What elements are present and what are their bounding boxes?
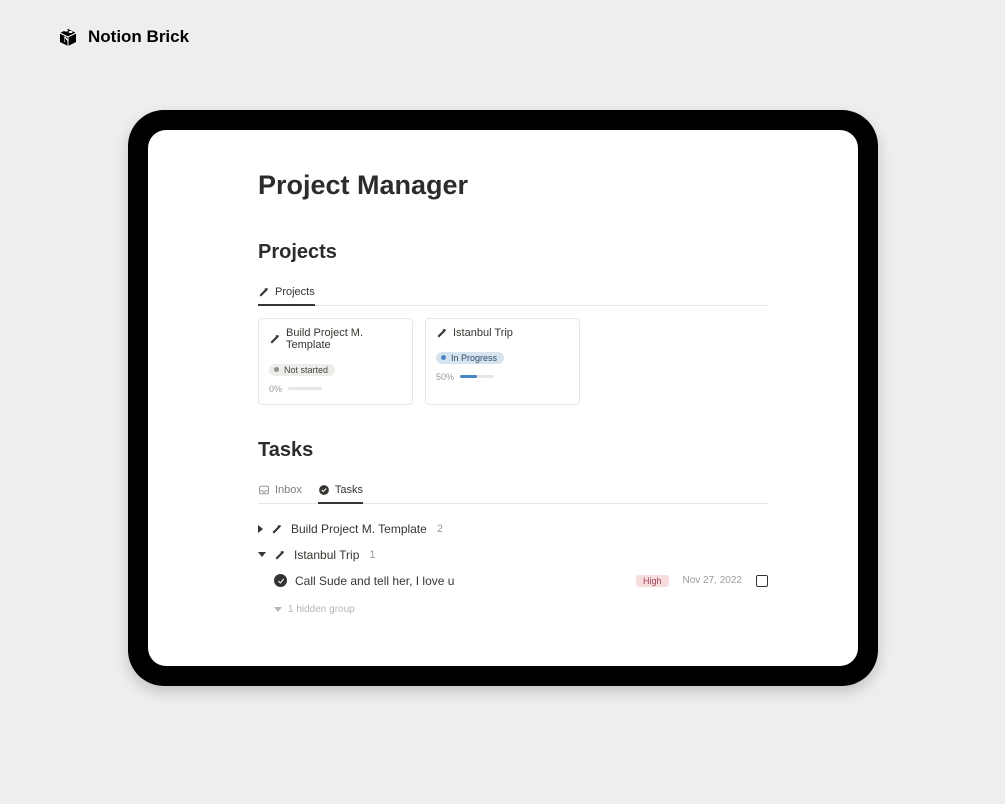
priority-tag: High: [636, 575, 669, 587]
hidden-group-label: 1 hidden group: [288, 604, 355, 615]
progress-bar: [288, 387, 322, 390]
page-title: Project Manager: [258, 170, 768, 201]
projects-heading: Projects: [258, 241, 768, 264]
tab-label: Tasks: [335, 484, 363, 496]
project-card[interactable]: Build Project M. Template Not started 0%: [258, 318, 413, 405]
tab-inbox[interactable]: Inbox: [258, 480, 302, 504]
notion-brick-icon: N: [56, 25, 80, 49]
brand-label: Notion Brick: [88, 27, 189, 47]
progress-row: 50%: [436, 372, 569, 382]
hammer-icon: [436, 327, 448, 339]
projects-tabs: Projects: [258, 282, 768, 306]
task-checkbox[interactable]: [756, 575, 768, 587]
status-dot-icon: [274, 367, 279, 372]
task-group-row[interactable]: Istanbul Trip 1: [258, 542, 768, 568]
hammer-icon: [271, 523, 283, 535]
status-label: Not started: [284, 365, 328, 375]
project-card-title: Istanbul Trip: [453, 327, 513, 339]
status-badge: In Progress: [436, 352, 504, 364]
hammer-icon: [274, 549, 286, 561]
progress-row: 0%: [269, 384, 402, 394]
tasks-tabs: Inbox Tasks: [258, 480, 768, 504]
hammer-icon: [258, 286, 270, 298]
progress-bar: [460, 375, 494, 378]
project-card-title: Build Project M. Template: [286, 327, 402, 351]
progress-label: 50%: [436, 372, 454, 382]
task-group-count: 1: [369, 549, 375, 561]
status-badge: Not started: [269, 364, 335, 376]
project-cards: Build Project M. Template Not started 0%: [258, 318, 768, 405]
caret-down-icon: [258, 552, 266, 557]
task-group-count: 2: [437, 523, 443, 535]
tab-projects[interactable]: Projects: [258, 282, 315, 306]
svg-text:N: N: [64, 35, 70, 44]
hidden-group-toggle[interactable]: 1 hidden group: [258, 594, 768, 615]
tab-label: Projects: [275, 286, 315, 298]
task-title: Call Sude and tell her, I love u: [295, 574, 454, 588]
tasks-heading: Tasks: [258, 439, 768, 462]
tablet-frame: Project Manager Projects Projects: [128, 110, 878, 686]
task-group-title: Istanbul Trip: [294, 548, 359, 562]
inbox-icon: [258, 484, 270, 496]
task-row[interactable]: Call Sude and tell her, I love u High No…: [258, 568, 768, 594]
tab-tasks[interactable]: Tasks: [318, 480, 363, 504]
task-group-row[interactable]: Build Project M. Template 2: [258, 516, 768, 542]
progress-label: 0%: [269, 384, 282, 394]
check-circle-icon: [274, 574, 287, 587]
chevron-down-icon: [274, 607, 282, 612]
task-group-title: Build Project M. Template: [291, 522, 427, 536]
status-label: In Progress: [451, 353, 497, 363]
project-card[interactable]: Istanbul Trip In Progress 50%: [425, 318, 580, 405]
status-dot-icon: [441, 355, 446, 360]
caret-right-icon: [258, 525, 263, 533]
tab-label: Inbox: [275, 484, 302, 496]
hammer-icon: [269, 333, 281, 345]
tablet-screen: Project Manager Projects Projects: [148, 130, 858, 666]
brand-badge: N Notion Brick: [56, 25, 189, 49]
check-circle-icon: [318, 484, 330, 496]
task-date: Nov 27, 2022: [683, 575, 743, 586]
